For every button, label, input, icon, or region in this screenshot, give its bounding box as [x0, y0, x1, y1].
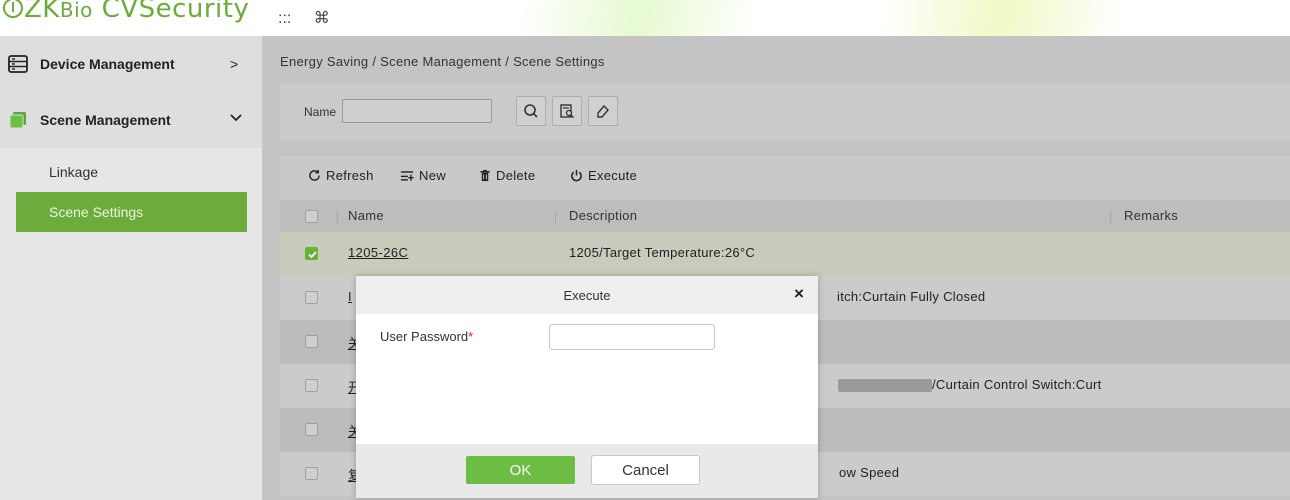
apps-menu-icon[interactable]: :::: [278, 10, 291, 27]
search-icon: [524, 104, 538, 118]
user-password-label: User Password*: [380, 329, 473, 344]
row-checkbox[interactable]: [305, 335, 318, 348]
row-description: 1205/Target Temperature:26°C: [569, 245, 756, 260]
refresh-button[interactable]: Refresh: [308, 168, 374, 183]
trash-icon: [480, 169, 490, 182]
breadcrumb: Energy Saving / Scene Management / Scene…: [280, 54, 605, 69]
sidebar-item-label: Scene Management: [40, 112, 171, 128]
row-checkbox[interactable]: [305, 423, 318, 436]
chevron-right-icon: >: [230, 56, 239, 72]
app-logo: ZKBio CVSecurity: [2, 0, 249, 24]
column-header-description[interactable]: Description: [569, 208, 637, 223]
sidebar-item-scene-settings[interactable]: Scene Settings: [16, 192, 247, 232]
advanced-search-icon: [560, 104, 574, 118]
logo-text-zk: ZK: [24, 0, 60, 24]
dialog-footer: OK Cancel: [356, 444, 818, 498]
row-checkbox[interactable]: [305, 247, 318, 260]
row-name-link[interactable]: I: [348, 289, 352, 304]
logo-mark-icon: [3, 0, 23, 18]
column-divider: [337, 210, 338, 224]
redacted-text: [838, 379, 932, 392]
column-divider: [555, 210, 556, 224]
row-description: /Curtain Control Switch:Curt: [932, 377, 1102, 392]
required-marker: *: [468, 329, 474, 344]
scene-icon: [9, 112, 26, 129]
top-icons: ::: ⌘: [278, 8, 348, 28]
refresh-label: Refresh: [326, 168, 374, 183]
row-checkbox[interactable]: [305, 291, 318, 304]
column-divider: [1110, 210, 1111, 224]
ok-button[interactable]: OK: [466, 456, 575, 484]
toolbar: Refresh New Delete Execute: [280, 156, 1290, 200]
delete-button[interactable]: Delete: [479, 168, 535, 183]
cancel-button[interactable]: Cancel: [591, 455, 700, 485]
delete-label: Delete: [496, 168, 536, 183]
name-filter-label: Name: [304, 105, 337, 119]
dialog-title: Execute: [563, 288, 611, 303]
sidebar-item-label: Device Management: [40, 56, 175, 72]
command-icon[interactable]: ⌘: [314, 10, 330, 27]
password-label-text: User Password: [380, 329, 469, 344]
top-header: ZKBio CVSecurity ::: ⌘: [0, 0, 1290, 36]
server-icon: [8, 55, 28, 73]
refresh-icon: [309, 169, 320, 181]
eraser-icon: [597, 104, 609, 118]
search-button[interactable]: [516, 96, 546, 126]
sidebar-item-scene-management[interactable]: Scene Management: [0, 92, 262, 148]
advanced-search-button[interactable]: [552, 96, 582, 126]
checkmark-icon: [308, 251, 317, 259]
row-checkbox[interactable]: [305, 379, 318, 392]
row-description: ow Speed: [839, 465, 900, 480]
chevron-down-icon: [230, 109, 242, 125]
close-icon[interactable]: ×: [794, 284, 804, 304]
select-all-checkbox[interactable]: [305, 210, 318, 223]
row-description: itch:Curtain Fully Closed: [837, 289, 986, 304]
column-header-name[interactable]: Name: [348, 208, 384, 223]
power-icon: [571, 169, 582, 182]
sidebar-submenu: Linkage Scene Settings: [0, 148, 262, 500]
sidebar-item-linkage[interactable]: Linkage: [16, 152, 247, 192]
dialog-header: Execute ×: [356, 276, 818, 314]
table-row[interactable]: 1205-26C 1205/Target Temperature:26°C: [280, 232, 1290, 276]
header-decoration: [520, 0, 1120, 36]
user-password-input[interactable]: [549, 324, 715, 350]
sidebar: Device Management > Scene Management Lin…: [0, 36, 262, 500]
execute-button[interactable]: Execute: [570, 168, 637, 183]
table-header: Name Description Remarks: [280, 200, 1290, 232]
row-name-link[interactable]: 1205-26C: [348, 245, 408, 260]
new-label: New: [419, 168, 446, 183]
name-search-input[interactable]: [342, 99, 492, 123]
new-icon: [400, 171, 414, 181]
search-bar: Name: [280, 84, 1290, 140]
new-button[interactable]: New: [400, 168, 446, 183]
clear-button[interactable]: [588, 96, 618, 126]
execute-label: Execute: [588, 168, 638, 183]
row-checkbox[interactable]: [305, 467, 318, 480]
column-header-remarks[interactable]: Remarks: [1124, 208, 1178, 223]
logo-text-cvsecurity: CVSecurity: [92, 0, 250, 24]
sidebar-item-device-management[interactable]: Device Management >: [0, 36, 262, 92]
execute-dialog: Execute × User Password* OK Cancel: [356, 276, 818, 498]
logo-text-bio: Bio: [59, 0, 93, 22]
